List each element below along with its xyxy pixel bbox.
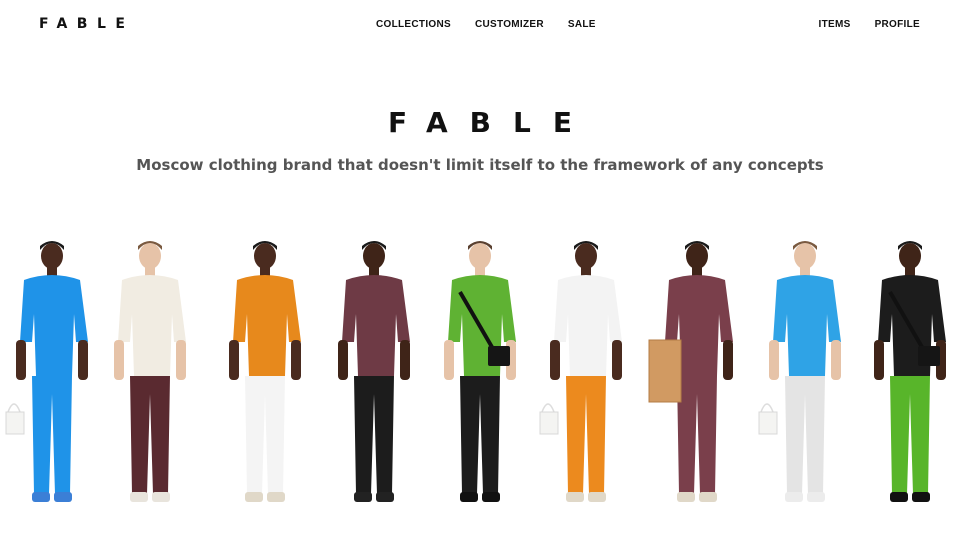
model-figure <box>860 236 960 516</box>
nav-center-links: COLLECTIONS CUSTOMIZER SALE <box>376 19 596 30</box>
top-nav: FABLE COLLECTIONS CUSTOMIZER SALE ITEMS … <box>0 0 960 48</box>
model-figure <box>100 236 200 516</box>
brand-logo[interactable]: FABLE <box>39 16 134 32</box>
hero-subtitle: Moscow clothing brand that doesn't limit… <box>136 156 824 174</box>
model-figure <box>324 236 424 516</box>
models-lineup <box>0 236 960 526</box>
nav-link-sale[interactable]: SALE <box>568 19 596 30</box>
nav-link-collections[interactable]: COLLECTIONS <box>376 19 451 30</box>
tote-bag <box>758 403 778 435</box>
nav-link-profile[interactable]: PROFILE <box>875 19 920 30</box>
nav-link-customizer[interactable]: CUSTOMIZER <box>475 19 544 30</box>
nav-link-items[interactable]: ITEMS <box>819 19 851 30</box>
model-figure <box>755 236 855 516</box>
model-figure <box>647 236 747 516</box>
model-figure <box>2 236 102 516</box>
tote-bag <box>539 403 559 435</box>
model-figure <box>536 236 636 516</box>
hero-title: FABLE <box>388 106 594 139</box>
nav-right-links: ITEMS PROFILE <box>819 19 921 30</box>
tote-bag <box>5 403 25 435</box>
model-figure <box>430 236 530 516</box>
cardboard-box <box>648 339 682 403</box>
model-figure <box>215 236 315 516</box>
